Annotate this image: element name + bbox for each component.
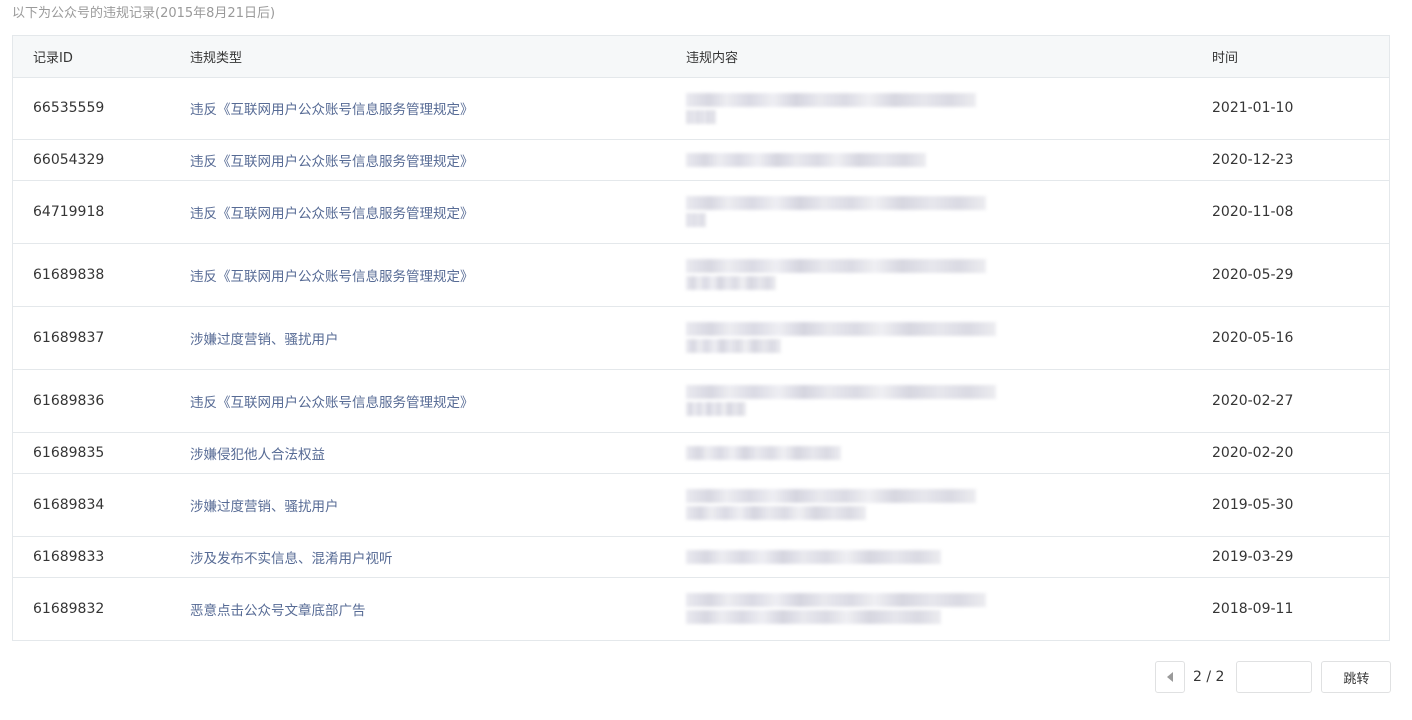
violation-type-link[interactable]: 违反《互联网用户公众账号信息服务管理规定》: [190, 369, 686, 433]
blurred-content: [686, 152, 1212, 167]
table-row: 61689838 违反《互联网用户公众账号信息服务管理规定》 2020-05-29: [13, 243, 1389, 307]
violation-type-link[interactable]: 违反《互联网用户公众账号信息服务管理规定》: [190, 243, 686, 307]
header-record-id: 记录ID: [13, 36, 190, 78]
blurred-text-line: [686, 322, 996, 336]
violation-content-cell: [686, 180, 1212, 244]
time-cell: 2019-03-29: [1212, 536, 1389, 578]
time-cell: 2020-02-20: [1212, 432, 1389, 474]
violation-type-link[interactable]: 违反《互联网用户公众账号信息服务管理规定》: [190, 77, 686, 140]
table-row: 66535559 违反《互联网用户公众账号信息服务管理规定》 2021-01-10: [13, 77, 1389, 140]
jump-button[interactable]: 跳转: [1321, 661, 1392, 693]
blurred-text-line: [686, 339, 781, 353]
blurred-content: [686, 445, 1212, 460]
violation-type-link[interactable]: 涉嫌侵犯他人合法权益: [190, 432, 686, 474]
violation-content-cell: [686, 577, 1212, 640]
blurred-text-line: [686, 196, 986, 210]
table-row: 61689835 涉嫌侵犯他人合法权益 2020-02-20: [13, 432, 1389, 474]
blurred-content: [686, 549, 1212, 564]
blurred-content: [686, 593, 1212, 625]
record-id-cell: 66535559: [13, 77, 190, 140]
violation-type-link[interactable]: 涉及发布不实信息、混淆用户视听: [190, 536, 686, 578]
table-row: 61689833 涉及发布不实信息、混淆用户视听 2019-03-29: [13, 536, 1389, 578]
blurred-text-line: [686, 593, 986, 608]
violation-content-cell: [686, 243, 1212, 307]
time-cell: 2021-01-10: [1212, 77, 1389, 140]
violation-type-link[interactable]: 涉嫌过度营销、骚扰用户: [190, 473, 686, 537]
blurred-content: [686, 259, 1212, 290]
violation-content-cell: [686, 77, 1212, 140]
triangle-left-icon: [1167, 672, 1173, 682]
time-cell: 2018-09-11: [1212, 600, 1294, 617]
blurred-text-line: [686, 152, 926, 167]
violation-records-table: 记录ID 违规类型 违规内容 时间 66535559 违反《互联网用户公众账号信息…: [12, 35, 1390, 641]
table-header-row: 记录ID 违规类型 违规内容 时间: [13, 36, 1389, 78]
blurred-text-line: [686, 402, 746, 416]
blurred-text-line: [686, 92, 976, 107]
record-id-cell: 61689837: [13, 306, 190, 370]
table-row: 64719918 违反《互联网用户公众账号信息服务管理规定》 2020-11-08: [13, 180, 1389, 244]
header-time: 时间: [1212, 36, 1389, 78]
blurred-text-line: [686, 259, 986, 273]
time-cell: 2020-11-08: [1212, 180, 1389, 244]
table-row: 61689837 涉嫌过度营销、骚扰用户 2020-05-16: [13, 306, 1389, 370]
blurred-content: [686, 322, 1212, 353]
record-id-cell: 61689838: [13, 243, 190, 307]
page-number-input[interactable]: [1236, 661, 1313, 693]
blurred-text-line: [686, 445, 841, 460]
blurred-text-line: [686, 610, 941, 625]
blurred-text-line: [686, 385, 996, 399]
table-row: 66054329 违反《互联网用户公众账号信息服务管理规定》 2020-12-23: [13, 139, 1389, 181]
pagination: 2 / 2 跳转: [1155, 661, 1392, 693]
record-id-cell: 61689834: [13, 473, 190, 537]
blurred-text-line: [686, 489, 976, 503]
violation-type-link[interactable]: 恶意点击公众号文章底部广告: [190, 577, 686, 640]
time-cell: 2019-05-30: [1212, 473, 1389, 537]
record-id-cell: 61689833: [13, 536, 190, 578]
blurred-content: [686, 489, 1212, 520]
violation-content-cell: [686, 306, 1212, 370]
blurred-text-line: [686, 549, 941, 564]
record-id-cell: 61689832: [33, 600, 105, 617]
table-row: 61689832 恶意点击公众号文章底部广告 2018-09-11: [13, 577, 1389, 640]
violation-content-cell: [686, 139, 1212, 181]
time-cell: 2020-05-29: [1212, 243, 1389, 307]
table-row: 61689836 违反《互联网用户公众账号信息服务管理规定》 2020-02-27: [13, 369, 1389, 433]
prev-page-button[interactable]: [1155, 661, 1185, 693]
time-cell: 2020-05-16: [1212, 306, 1389, 370]
violation-records-caption: 以下为公众号的违规记录(2015年8月21日后): [12, 6, 276, 21]
table-body: 66535559 违反《互联网用户公众账号信息服务管理规定》 2021-01-10 6…: [13, 77, 1389, 640]
blurred-content: [686, 92, 1212, 124]
violation-content-cell: [686, 432, 1212, 474]
blurred-text-line: [686, 276, 776, 290]
record-id-cell: 61689835: [13, 432, 190, 474]
header-violation-content: 违规内容: [686, 36, 1212, 78]
time-cell: 2020-02-27: [1212, 369, 1389, 433]
violation-type-link[interactable]: 违反《互联网用户公众账号信息服务管理规定》: [190, 139, 686, 181]
blurred-text-line: [686, 506, 866, 520]
violation-type-link[interactable]: 违反《互联网用户公众账号信息服务管理规定》: [190, 180, 686, 244]
record-id-cell: 66054329: [13, 139, 190, 181]
table-row: 61689834 涉嫌过度营销、骚扰用户 2019-05-30: [13, 473, 1389, 537]
violation-content-cell: [686, 473, 1212, 537]
record-id-cell: 64719918: [13, 180, 190, 244]
blurred-text-line: [686, 213, 706, 227]
violation-type-link[interactable]: 涉嫌过度营销、骚扰用户: [190, 306, 686, 370]
violation-content-cell: [686, 536, 1212, 578]
page-indicator: 2 / 2: [1193, 669, 1225, 685]
blurred-content: [686, 196, 1212, 227]
time-cell: 2020-12-23: [1212, 139, 1389, 181]
header-violation-type: 违规类型: [190, 36, 686, 78]
record-id-cell: 61689836: [13, 369, 190, 433]
blurred-text-line: [686, 109, 716, 124]
blurred-content: [686, 385, 1212, 416]
violation-content-cell: [686, 369, 1212, 433]
